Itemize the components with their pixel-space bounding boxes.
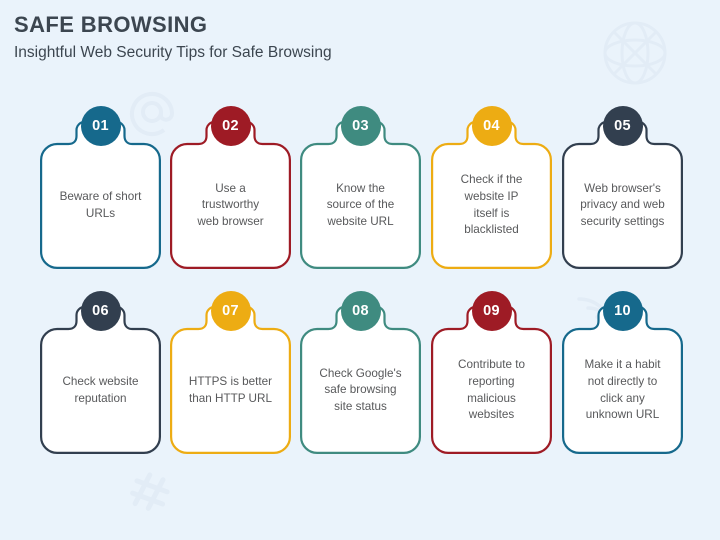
tip-number-badge: 03 (340, 106, 381, 146)
tip-card-08[interactable]: 08 Check Google's safe browsing site stat… (300, 289, 421, 454)
tip-card-text: Check if the website IP itself is blackl… (460, 173, 523, 237)
tip-card-07[interactable]: 07 HTTPS is better than HTTP URL (170, 289, 291, 454)
tip-card-text: Make it a habit not directly to click an… (584, 358, 661, 422)
tip-card-text: Web browser's privacy and web security s… (580, 181, 665, 228)
tip-card-02[interactable]: 02 Use a trustworthy web browser (170, 104, 291, 269)
tip-card-text: Check Google's safe browsing site status (319, 366, 402, 413)
tip-card-01[interactable]: 01 Beware of short URLs (40, 104, 161, 269)
tip-number-badge: 10 (602, 291, 643, 331)
tip-number-badge: 04 (471, 106, 512, 146)
tip-card-10[interactable]: 10 Make it a habit not directly to click … (562, 289, 683, 454)
page-title: SAFE BROWSING (14, 12, 208, 37)
tips-grid: 01 Beware of short URLs 02 Use a trustwort… (0, 104, 720, 459)
tip-card-05[interactable]: 05 Web browser's privacy and web security… (562, 104, 683, 269)
tip-number-badge: 01 (80, 106, 121, 146)
tip-card-text: Contribute to reporting malicious websit… (458, 358, 525, 422)
page-subtitle: Insightful Web Security Tips for Safe Br… (14, 44, 332, 62)
globe-watermark (600, 18, 670, 88)
tip-number-badge: 07 (210, 291, 251, 331)
tip-card-text: Know the source of the website URL (326, 181, 395, 228)
page-header: SAFE BROWSING Insightful Web Security Ti… (14, 12, 332, 63)
tip-card-text: Use a trustworthy web browser (197, 181, 264, 228)
tips-row-2: 06 Check website reputation 07 HTTPS is be… (0, 289, 720, 459)
tip-number-badge: 09 (471, 291, 512, 331)
tip-card-09[interactable]: 09 Contribute to reporting malicious webs… (431, 289, 552, 454)
tip-number-badge: 02 (210, 106, 251, 146)
tip-card-03[interactable]: 03 Know the source of the website URL (300, 104, 421, 269)
tip-card-text: Check website reputation (62, 374, 139, 405)
tip-number-badge: 08 (340, 291, 381, 331)
tip-number-badge: 05 (602, 106, 643, 146)
tip-number-badge: 06 (80, 291, 121, 331)
tip-card-04[interactable]: 04 Check if the website IP itself is blac… (431, 104, 552, 269)
tip-card-text: HTTPS is better than HTTP URL (188, 374, 273, 405)
tip-card-06[interactable]: 06 Check website reputation (40, 289, 161, 454)
hashtag-watermark (128, 470, 172, 514)
tip-card-text: Beware of short URLs (59, 189, 142, 220)
tips-row-1: 01 Beware of short URLs 02 Use a trustwort… (0, 104, 720, 274)
